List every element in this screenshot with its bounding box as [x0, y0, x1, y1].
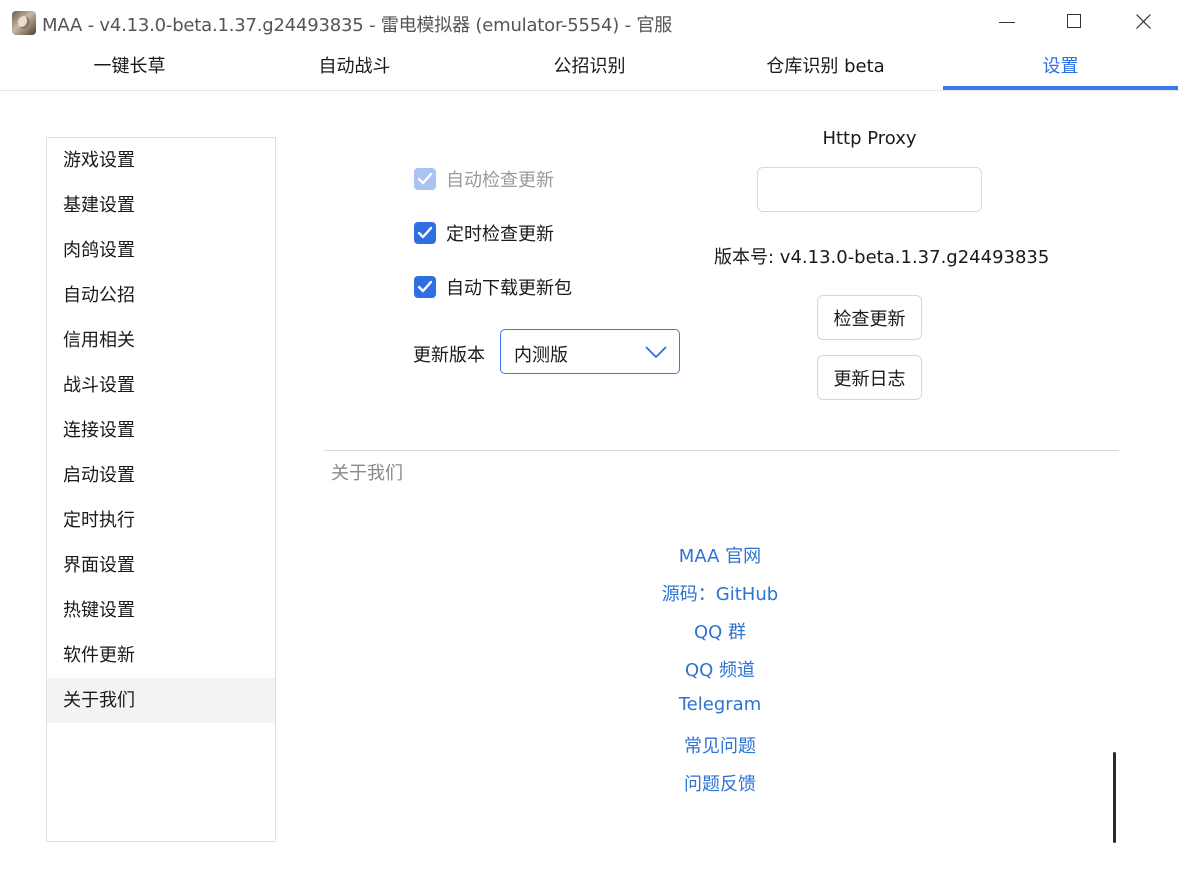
tab-auto-battle[interactable]: 自动战斗 [237, 46, 472, 90]
update-channel-select[interactable]: 内测版 [500, 329, 680, 374]
sidebar-item-battle[interactable]: 战斗设置 [47, 363, 275, 408]
checkbox-label: 自动下载更新包 [446, 278, 572, 299]
sidebar-item-credit[interactable]: 信用相关 [47, 318, 275, 363]
about-section-title: 关于我们 [331, 463, 403, 484]
close-icon [1136, 14, 1151, 29]
link-qq-channel[interactable]: QQ 频道 [560, 656, 880, 682]
sidebar-item-connection[interactable]: 连接设置 [47, 408, 275, 453]
sidebar-item-game[interactable]: 游戏设置 [47, 138, 275, 183]
checkbox-box [414, 222, 436, 244]
tab-settings[interactable]: 设置 [943, 46, 1178, 90]
tab-depot[interactable]: 仓库识别 beta [708, 46, 943, 90]
sidebar-item-about[interactable]: 关于我们 [47, 678, 275, 723]
update-channel-label: 更新版本 [413, 345, 485, 366]
maximize-button[interactable] [1051, 5, 1097, 39]
check-icon [417, 226, 433, 239]
content-scrollbar[interactable] [1113, 752, 1116, 843]
app-avatar-icon [12, 11, 36, 35]
checkbox-label: 自动检查更新 [446, 170, 554, 191]
update-channel-value: 内测版 [514, 345, 568, 366]
link-github[interactable]: 源码：GitHub [560, 580, 880, 606]
chevron-down-icon [645, 346, 667, 359]
main-tab-bar: 一键长草 自动战斗 公招识别 仓库识别 beta 设置 [0, 46, 1180, 91]
close-button[interactable] [1120, 5, 1166, 39]
sidebar-item-infrast[interactable]: 基建设置 [47, 183, 275, 228]
link-feedback[interactable]: 问题反馈 [560, 770, 880, 796]
version-text: 版本号: v4.13.0-beta.1.37.g24493835 [714, 247, 1050, 268]
settings-sidebar: 游戏设置 基建设置 肉鸽设置 自动公招 信用相关 战斗设置 连接设置 启动设置 … [46, 137, 276, 842]
tab-one-click[interactable]: 一键长草 [12, 46, 247, 90]
tab-recruit[interactable]: 公招识别 [472, 46, 707, 90]
section-divider [324, 450, 1119, 451]
check-icon [417, 172, 433, 185]
sidebar-item-ui[interactable]: 界面设置 [47, 543, 275, 588]
http-proxy-label: Http Proxy [822, 128, 917, 149]
check-icon [417, 280, 433, 293]
sidebar-item-startup[interactable]: 启动设置 [47, 453, 275, 498]
http-proxy-input[interactable] [757, 167, 982, 212]
window-title: MAA - v4.13.0-beta.1.37.g24493835 - 雷电模拟… [42, 15, 673, 36]
sidebar-item-recruit[interactable]: 自动公招 [47, 273, 275, 318]
changelog-button[interactable]: 更新日志 [817, 355, 922, 400]
minimize-button[interactable] [985, 5, 1031, 39]
title-bar: MAA - v4.13.0-beta.1.37.g24493835 - 雷电模拟… [0, 0, 1180, 46]
sidebar-item-schedule[interactable]: 定时执行 [47, 498, 275, 543]
link-qq-group[interactable]: QQ 群 [560, 618, 880, 644]
check-update-button[interactable]: 检查更新 [817, 295, 922, 340]
sidebar-item-hotkey[interactable]: 热键设置 [47, 588, 275, 633]
checkbox-box [414, 276, 436, 298]
sidebar-item-update[interactable]: 软件更新 [47, 633, 275, 678]
sidebar-item-roguelike[interactable]: 肉鸽设置 [47, 228, 275, 273]
checkbox-label: 定时检查更新 [446, 224, 554, 245]
link-faq[interactable]: 常见问题 [560, 732, 880, 758]
link-official-site[interactable]: MAA 官网 [560, 542, 880, 568]
auto-download-checkbox[interactable]: 自动下载更新包 [414, 274, 572, 300]
link-telegram[interactable]: Telegram [560, 694, 880, 715]
checkbox-box [414, 168, 436, 190]
auto-check-update-checkbox[interactable]: 自动检查更新 [414, 166, 554, 192]
scheduled-check-update-checkbox[interactable]: 定时检查更新 [414, 220, 554, 246]
